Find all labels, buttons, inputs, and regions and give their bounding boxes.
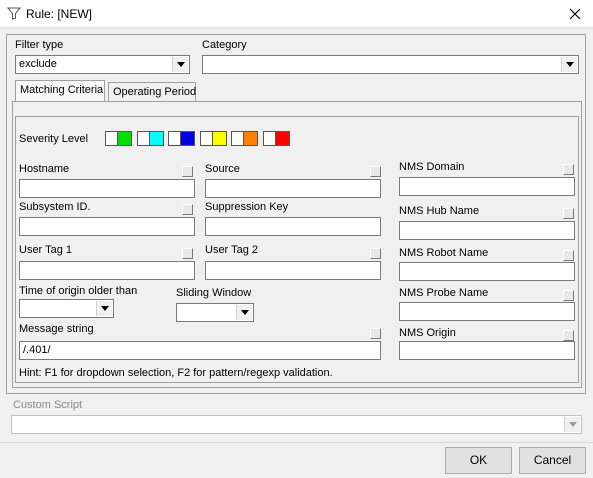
window-title: Rule: [NEW] xyxy=(26,7,93,21)
time-of-origin-label: Time of origin older than xyxy=(19,285,138,297)
nms-hub-name-input[interactable] xyxy=(399,221,575,240)
hostname-label: Hostname xyxy=(19,163,70,175)
message-string-label: Message string xyxy=(19,323,94,335)
nms-origin-option-button[interactable] xyxy=(563,330,574,341)
user-tag-1-option-button[interactable] xyxy=(182,248,193,259)
chevron-down-icon xyxy=(96,301,112,316)
nms-domain-label: NMS Domain xyxy=(399,161,465,173)
hint-text: Hint: F1 for dropdown selection, F2 for … xyxy=(19,367,333,379)
filter-type-select[interactable]: exclude xyxy=(15,55,190,74)
custom-script-select[interactable] xyxy=(11,415,582,434)
sliding-window-label: Sliding Window xyxy=(176,287,252,299)
message-string-input[interactable]: /.401/ xyxy=(19,341,381,360)
filter-icon xyxy=(6,6,22,20)
nms-probe-name-option-button[interactable] xyxy=(563,290,574,301)
chevron-down-icon xyxy=(561,57,577,72)
nms-domain-input[interactable] xyxy=(399,177,575,196)
chevron-down-icon xyxy=(564,417,580,432)
hostname-option-button[interactable] xyxy=(182,166,193,177)
custom-script-label: Custom Script xyxy=(13,399,83,411)
user-tag-2-label: User Tag 2 xyxy=(205,244,258,256)
subsystem-id-option-button[interactable] xyxy=(182,204,193,215)
nms-robot-name-input[interactable] xyxy=(399,262,575,281)
nms-probe-name-input[interactable] xyxy=(399,302,575,321)
severity-checkbox-2[interactable] xyxy=(138,132,150,145)
source-label: Source xyxy=(205,163,240,175)
ok-button[interactable]: OK xyxy=(445,447,512,474)
severity-swatch-6[interactable] xyxy=(263,131,290,146)
filter-type-label: Filter type xyxy=(15,39,64,51)
suppression-key-label: Suppression Key xyxy=(205,201,289,213)
nms-probe-name-label: NMS Probe Name xyxy=(399,287,489,299)
tab-matching-criteria[interactable]: Matching Criteria xyxy=(15,80,105,102)
nms-origin-input[interactable] xyxy=(399,341,575,360)
severity-swatch-2[interactable] xyxy=(137,131,164,146)
close-icon xyxy=(569,8,581,20)
subsystem-id-input[interactable] xyxy=(19,217,195,236)
severity-checkbox-1[interactable] xyxy=(106,132,118,145)
nms-origin-label: NMS Origin xyxy=(399,327,456,339)
subsystem-id-label: Subsystem ID. xyxy=(19,201,91,213)
nms-robot-name-option-button[interactable] xyxy=(563,250,574,261)
chevron-down-icon xyxy=(172,57,188,72)
nms-robot-name-label: NMS Robot Name xyxy=(399,247,489,259)
severity-checkbox-3[interactable] xyxy=(169,132,181,145)
user-tag-2-input[interactable] xyxy=(205,261,381,280)
suppression-key-input[interactable] xyxy=(205,217,381,236)
footer-divider xyxy=(0,442,593,443)
category-select[interactable] xyxy=(202,55,579,74)
category-label: Category xyxy=(202,39,247,51)
sliding-window-select[interactable] xyxy=(176,303,254,322)
filter-type-value: exclude xyxy=(19,58,57,70)
tab-operating-period[interactable]: Operating Period xyxy=(108,82,196,102)
severity-swatch-3[interactable] xyxy=(168,131,195,146)
nms-hub-name-option-button[interactable] xyxy=(563,208,574,219)
user-tag-1-label: User Tag 1 xyxy=(19,244,72,256)
nms-domain-option-button[interactable] xyxy=(563,164,574,175)
severity-swatch-1[interactable] xyxy=(105,131,132,146)
user-tag-2-option-button[interactable] xyxy=(370,248,381,259)
chevron-down-icon xyxy=(236,305,252,320)
nms-hub-name-label: NMS Hub Name xyxy=(399,205,480,217)
severity-checkbox-5[interactable] xyxy=(232,132,244,145)
time-of-origin-select[interactable] xyxy=(19,299,114,318)
source-option-button[interactable] xyxy=(370,166,381,177)
close-button[interactable] xyxy=(560,2,590,26)
message-string-option-button[interactable] xyxy=(370,328,381,339)
severity-checkbox-6[interactable] xyxy=(264,132,276,145)
severity-level-label: Severity Level xyxy=(19,133,89,145)
severity-swatch-4[interactable] xyxy=(200,131,227,146)
hostname-input[interactable] xyxy=(19,179,195,198)
user-tag-1-input[interactable] xyxy=(19,261,195,280)
cancel-button[interactable]: Cancel xyxy=(519,447,586,474)
source-input[interactable] xyxy=(205,179,381,198)
severity-checkbox-4[interactable] xyxy=(201,132,213,145)
severity-swatch-5[interactable] xyxy=(231,131,258,146)
